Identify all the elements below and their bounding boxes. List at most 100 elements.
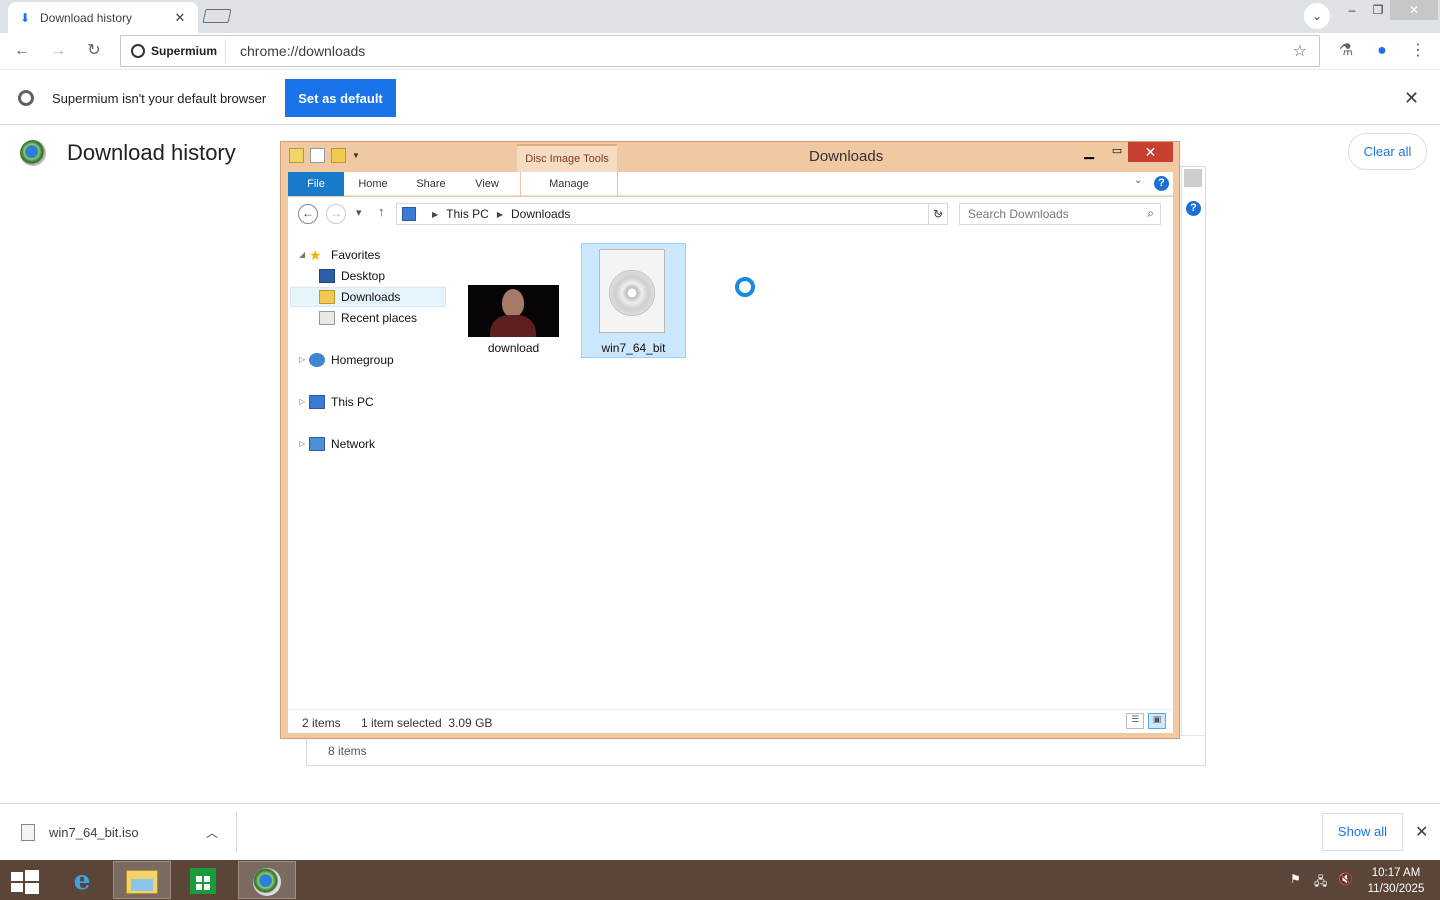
url-text[interactable]: chrome://downloads [240, 43, 365, 59]
window-close-button[interactable]: ✕ [1390, 0, 1438, 20]
download-shelf: win7_64_bit.iso ︿ Show all ✕ [0, 803, 1440, 860]
reload-icon[interactable]: ↻ [82, 39, 106, 63]
customize-qat-icon[interactable]: ▼ [352, 151, 360, 160]
expand-network-icon[interactable]: ▷ [299, 439, 305, 448]
background-window-edge: ? [1181, 167, 1205, 765]
file-label-download[interactable]: download [468, 341, 559, 355]
explorer-close-button[interactable]: ✕ [1128, 142, 1173, 162]
tab-download-history[interactable]: ⬇ Download history ✕ [8, 2, 198, 33]
profile-avatar-icon[interactable]: ● [1370, 39, 1394, 63]
internet-explorer-icon: e [73, 866, 91, 896]
supermium-logo-icon [131, 44, 145, 58]
nav-network[interactable]: Network [309, 434, 375, 454]
up-arrow-icon[interactable]: ↑ [378, 204, 385, 219]
set-as-default-button[interactable]: Set as default [285, 79, 396, 117]
computer-icon [309, 395, 325, 409]
background-window-button[interactable] [1184, 169, 1202, 187]
explorer-search-input[interactable]: Search Downloads ⌕ [959, 203, 1161, 225]
nav-downloads-label: Downloads [341, 290, 401, 304]
site-info-chip[interactable]: Supermium [125, 39, 227, 63]
show-all-button[interactable]: Show all [1322, 813, 1403, 851]
bookmark-star-icon[interactable]: ☆ [1293, 41, 1307, 61]
windows-taskbar: e ⚑ 🖧 🔇 10:17 AM 11/30/2025 [0, 860, 1440, 900]
disc-image-tools-tab[interactable]: Disc Image Tools [517, 144, 617, 172]
file-explorer-taskbar-button[interactable] [113, 861, 171, 899]
large-icons-view-icon[interactable]: ▣ [1148, 713, 1166, 729]
photo-thumbnail[interactable] [468, 285, 559, 337]
start-button[interactable] [11, 870, 39, 894]
explorer-window[interactable]: ▼ Disc Image Tools Downloads ▁ ▭ ✕ File … [280, 141, 1180, 739]
new-tab-button[interactable] [202, 9, 232, 23]
expand-thispc-icon[interactable]: ▷ [299, 397, 305, 406]
menu-kebab-icon[interactable]: ⋮ [1406, 39, 1430, 63]
tab-file[interactable]: File [288, 172, 344, 196]
download-options-icon[interactable]: ︿ [206, 824, 218, 841]
tab-search-button[interactable]: ⌄ [1304, 3, 1330, 29]
back-icon[interactable]: ← [10, 39, 34, 63]
tab-close-icon[interactable]: ✕ [172, 10, 188, 26]
nav-homegroup[interactable]: Homegroup [309, 350, 394, 370]
supermium-taskbar-button[interactable] [238, 861, 296, 899]
details-view-icon[interactable]: ☰ [1126, 713, 1144, 729]
nav-recent-places[interactable]: Recent places [319, 308, 417, 328]
internet-explorer-taskbar-button[interactable]: e [52, 861, 110, 899]
breadcrumb-separator-icon: ▶ [432, 209, 439, 219]
expand-ribbon-icon[interactable]: ⌄ [1134, 175, 1142, 186]
help-icon[interactable]: ? [1154, 176, 1169, 191]
system-clock[interactable]: 10:17 AM 11/30/2025 [1364, 865, 1428, 897]
file-label-win7[interactable]: win7_64_bit [581, 341, 686, 355]
forward-icon[interactable]: → [46, 39, 70, 63]
explorer-maximize-button[interactable]: ▭ [1107, 144, 1127, 157]
volume-muted-icon[interactable]: 🔇 [1338, 872, 1353, 886]
clear-all-button[interactable]: Clear all [1348, 133, 1427, 170]
network-status-icon[interactable]: 🖧 [1314, 872, 1327, 893]
explorer-app-icon[interactable] [289, 148, 304, 163]
properties-icon[interactable] [310, 148, 325, 163]
infobar-close-icon[interactable]: ✕ [1404, 88, 1419, 109]
busy-cursor-icon [735, 277, 755, 297]
nav-downloads[interactable]: Downloads [319, 287, 400, 307]
nav-this-pc[interactable]: This PC [309, 392, 374, 412]
nav-homegroup-label: Homegroup [331, 353, 394, 367]
explorer-caption: Downloads [809, 148, 884, 165]
tab-share[interactable]: Share [410, 172, 452, 196]
nav-favorites[interactable]: ★ Favorites [309, 245, 380, 265]
explorer-refresh-icon[interactable]: ↻ [928, 203, 948, 225]
explorer-status-bar: 2 items 1 item selected 3.09 GB ☰ ▣ [288, 709, 1173, 733]
nav-favorites-label: Favorites [331, 248, 381, 262]
action-center-flag-icon[interactable]: ⚑ [1290, 872, 1301, 886]
homegroup-icon [309, 353, 325, 367]
explorer-forward-icon[interactable]: → [326, 204, 346, 224]
labs-flask-icon[interactable]: ⚗ [1334, 39, 1358, 63]
minimize-button[interactable]: – [1338, 0, 1366, 20]
collapse-favorites-icon[interactable]: ◢ [299, 250, 305, 259]
restore-button[interactable]: ❐ [1364, 0, 1392, 20]
site-chip-label: Supermium [151, 44, 218, 58]
tab-manage[interactable]: Manage [520, 172, 618, 196]
clock-date: 11/30/2025 [1367, 883, 1425, 895]
breadcrumb-this-pc[interactable]: This PC [446, 207, 489, 221]
recent-locations-icon[interactable]: ▾ [356, 206, 362, 219]
downloads-page-logo [20, 140, 46, 166]
breadcrumb-downloads[interactable]: Downloads [511, 207, 570, 221]
expand-homegroup-icon[interactable]: ▷ [299, 355, 305, 364]
explorer-back-icon[interactable]: ← [298, 204, 318, 224]
nav-desktop[interactable]: Desktop [319, 266, 385, 286]
disc-image-file-icon[interactable] [599, 249, 665, 333]
new-folder-icon[interactable] [331, 148, 346, 163]
tab-view[interactable]: View [468, 172, 506, 196]
explorer-title-bar[interactable]: ▼ Disc Image Tools Downloads ▁ ▭ ✕ [281, 142, 1179, 172]
address-bar[interactable]: Supermium chrome://downloads ☆ [120, 35, 1320, 67]
store-taskbar-button[interactable] [175, 861, 233, 899]
tab-home[interactable]: Home [350, 172, 396, 196]
star-icon: ★ [309, 247, 322, 263]
breadcrumb-separator-icon: ▶ [496, 209, 503, 219]
explorer-minimize-button[interactable]: ▁ [1079, 144, 1099, 160]
page-title: Download history [67, 140, 236, 165]
background-help-icon[interactable]: ? [1186, 201, 1201, 216]
search-placeholder: Search Downloads [968, 207, 1069, 221]
download-filename[interactable]: win7_64_bit.iso [49, 825, 139, 840]
breadcrumb[interactable]: ▶ This PC ▶ Downloads ⌄ [396, 203, 948, 225]
shelf-close-icon[interactable]: ✕ [1415, 822, 1428, 842]
explorer-content: ◢ ★ Favorites Desktop Downloads Recent p… [288, 233, 1173, 709]
